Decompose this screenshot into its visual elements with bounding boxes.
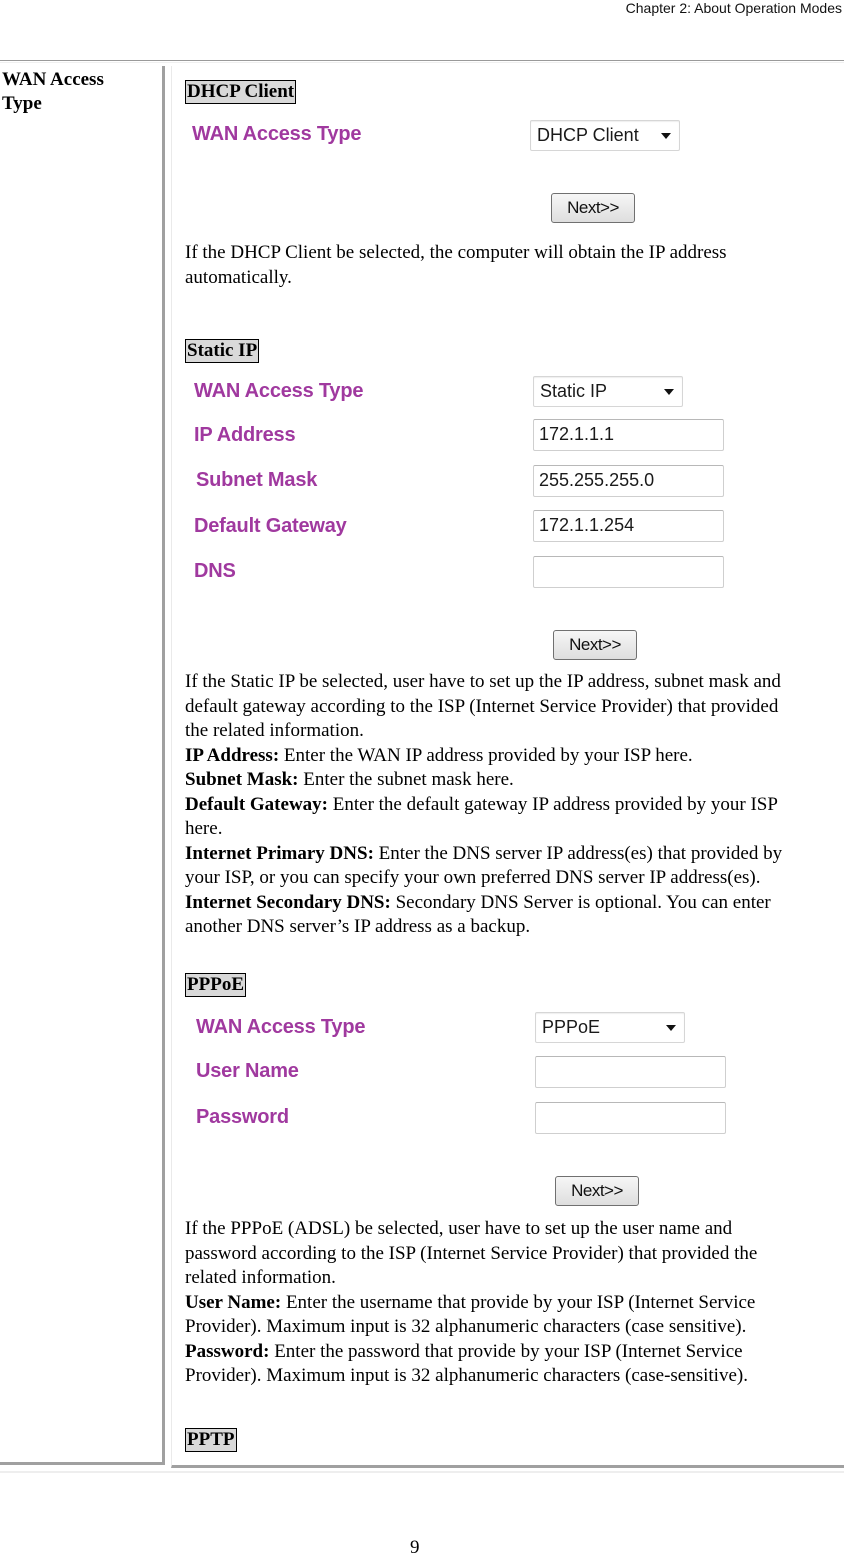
pppoe-description: If the PPPoE (ADSL) be selected, user ha… <box>185 1217 844 1389</box>
user-name-input[interactable] <box>535 1056 726 1088</box>
ip-address-input[interactable]: 172.1.1.1 <box>533 419 724 451</box>
field-term: IP Address: <box>185 744 280 766</box>
table-bottom-rule <box>0 1471 844 1473</box>
header-rule-light <box>0 62 844 63</box>
field-text-cont: Provider). Maximum input is 32 alphanume… <box>185 1316 747 1337</box>
field-desc-secondary-dns: Internet Secondary DNS: Secondary DNS Se… <box>185 891 844 916</box>
pppoe-password-label: Password <box>196 1106 289 1128</box>
section-tag-pptp: PPTP <box>185 1428 237 1452</box>
field-desc-default-gateway: Default Gateway: Enter the default gatew… <box>185 793 844 818</box>
field-desc-password: Password: Enter the password that provid… <box>185 1340 844 1365</box>
static-gateway-label: Default Gateway <box>194 515 347 537</box>
static-wan-select[interactable]: Static IP <box>533 376 683 407</box>
header-rule <box>0 60 844 61</box>
field-term: User Name: <box>185 1291 282 1313</box>
field-text: Secondary DNS Server is optional. You ca… <box>390 891 771 913</box>
static-mask-label: Subnet Mask <box>196 469 318 491</box>
static-desc-line: the related information. <box>185 720 364 741</box>
pppoe-desc-line: related information. <box>185 1267 336 1288</box>
dhcp-desc-line: automatically. <box>185 266 292 288</box>
field-term: Password: <box>185 1340 270 1362</box>
dns-input[interactable] <box>533 556 724 588</box>
field-text-cont: your ISP, or you can specify your own pr… <box>185 867 761 888</box>
subnet-mask-input[interactable]: 255.255.255.0 <box>533 465 724 497</box>
default-gateway-input[interactable]: 172.1.1.254 <box>533 510 724 542</box>
dhcp-wan-select-value: DHCP Client <box>537 125 639 145</box>
static-desc-line: default gateway according to the ISP (In… <box>185 695 779 717</box>
pppoe-wan-select-value: PPPoE <box>542 1017 601 1037</box>
field-term: Internet Secondary DNS: <box>185 891 391 913</box>
dhcp-wan-label: WAN Access Type <box>192 123 362 145</box>
password-input[interactable] <box>535 1102 726 1134</box>
field-text: Enter the DNS server IP address(es) that… <box>373 842 783 864</box>
field-term: Default Gateway: <box>185 793 328 815</box>
chapter-header: Chapter 2: About Operation Modes <box>625 0 842 16</box>
section-tag-static-ip: Static IP <box>185 339 260 363</box>
field-desc-ip-address: IP Address: Enter the WAN IP address pro… <box>185 744 844 769</box>
pppoe-user-label: User Name <box>196 1060 299 1082</box>
field-term: Subnet Mask: <box>185 769 299 790</box>
static-ip-label: IP Address <box>194 424 296 446</box>
dhcp-wan-select[interactable]: DHCP Client <box>530 120 680 151</box>
field-text-cont: another DNS server’s IP address as a bac… <box>185 916 531 937</box>
static-dns-label: DNS <box>194 560 236 582</box>
static-wan-label: WAN Access Type <box>194 380 364 402</box>
static-wan-select-value: Static IP <box>540 381 608 401</box>
field-term: Internet Primary DNS: <box>185 842 374 864</box>
pppoe-next-button[interactable]: Next>> <box>555 1176 639 1206</box>
section-tag-pppoe: PPPoE <box>185 973 246 997</box>
row-title: WAN Access Type <box>2 68 104 116</box>
row-title-line2: Type <box>2 93 42 114</box>
field-text: Enter the WAN IP address provided by you… <box>279 744 693 766</box>
dhcp-description: If the DHCP Client be selected, the comp… <box>185 241 844 290</box>
field-text-cont: Provider). Maximum input is 32 alphanume… <box>185 1365 748 1386</box>
field-text: Enter the subnet mask here. <box>298 769 514 790</box>
field-text: Enter the username that provide by your … <box>281 1291 756 1313</box>
chevron-down-icon <box>664 389 674 395</box>
field-text: Enter the password that provide by your … <box>269 1340 743 1362</box>
field-desc-subnet-mask: Subnet Mask: Enter the subnet mask here. <box>185 768 844 793</box>
field-desc-primary-dns: Internet Primary DNS: Enter the DNS serv… <box>185 842 844 867</box>
chevron-down-icon <box>666 1025 676 1031</box>
field-text-cont: here. <box>185 818 223 839</box>
section-tag-dhcp: DHCP Client <box>185 80 297 104</box>
row-title-line1: WAN Access <box>2 69 104 90</box>
field-desc-user-name: User Name: Enter the username that provi… <box>185 1291 844 1316</box>
pppoe-wan-label: WAN Access Type <box>196 1016 366 1038</box>
field-text: Enter the default gateway IP address pro… <box>328 793 778 815</box>
dhcp-desc-line: If the DHCP Client be selected, the comp… <box>185 242 727 263</box>
pppoe-wan-select[interactable]: PPPoE <box>535 1012 685 1043</box>
static-next-button[interactable]: Next>> <box>553 630 637 660</box>
chevron-down-icon <box>661 133 671 139</box>
static-desc-line: If the Static IP be selected, user have … <box>185 671 781 692</box>
static-description: If the Static IP be selected, user have … <box>185 670 844 940</box>
table-left-cell: WAN Access Type <box>0 66 165 1465</box>
dhcp-next-button[interactable]: Next>> <box>551 193 635 223</box>
pppoe-desc-line: If the PPPoE (ADSL) be selected, user ha… <box>185 1218 733 1239</box>
pppoe-desc-line: password according to the ISP (Internet … <box>185 1242 758 1264</box>
